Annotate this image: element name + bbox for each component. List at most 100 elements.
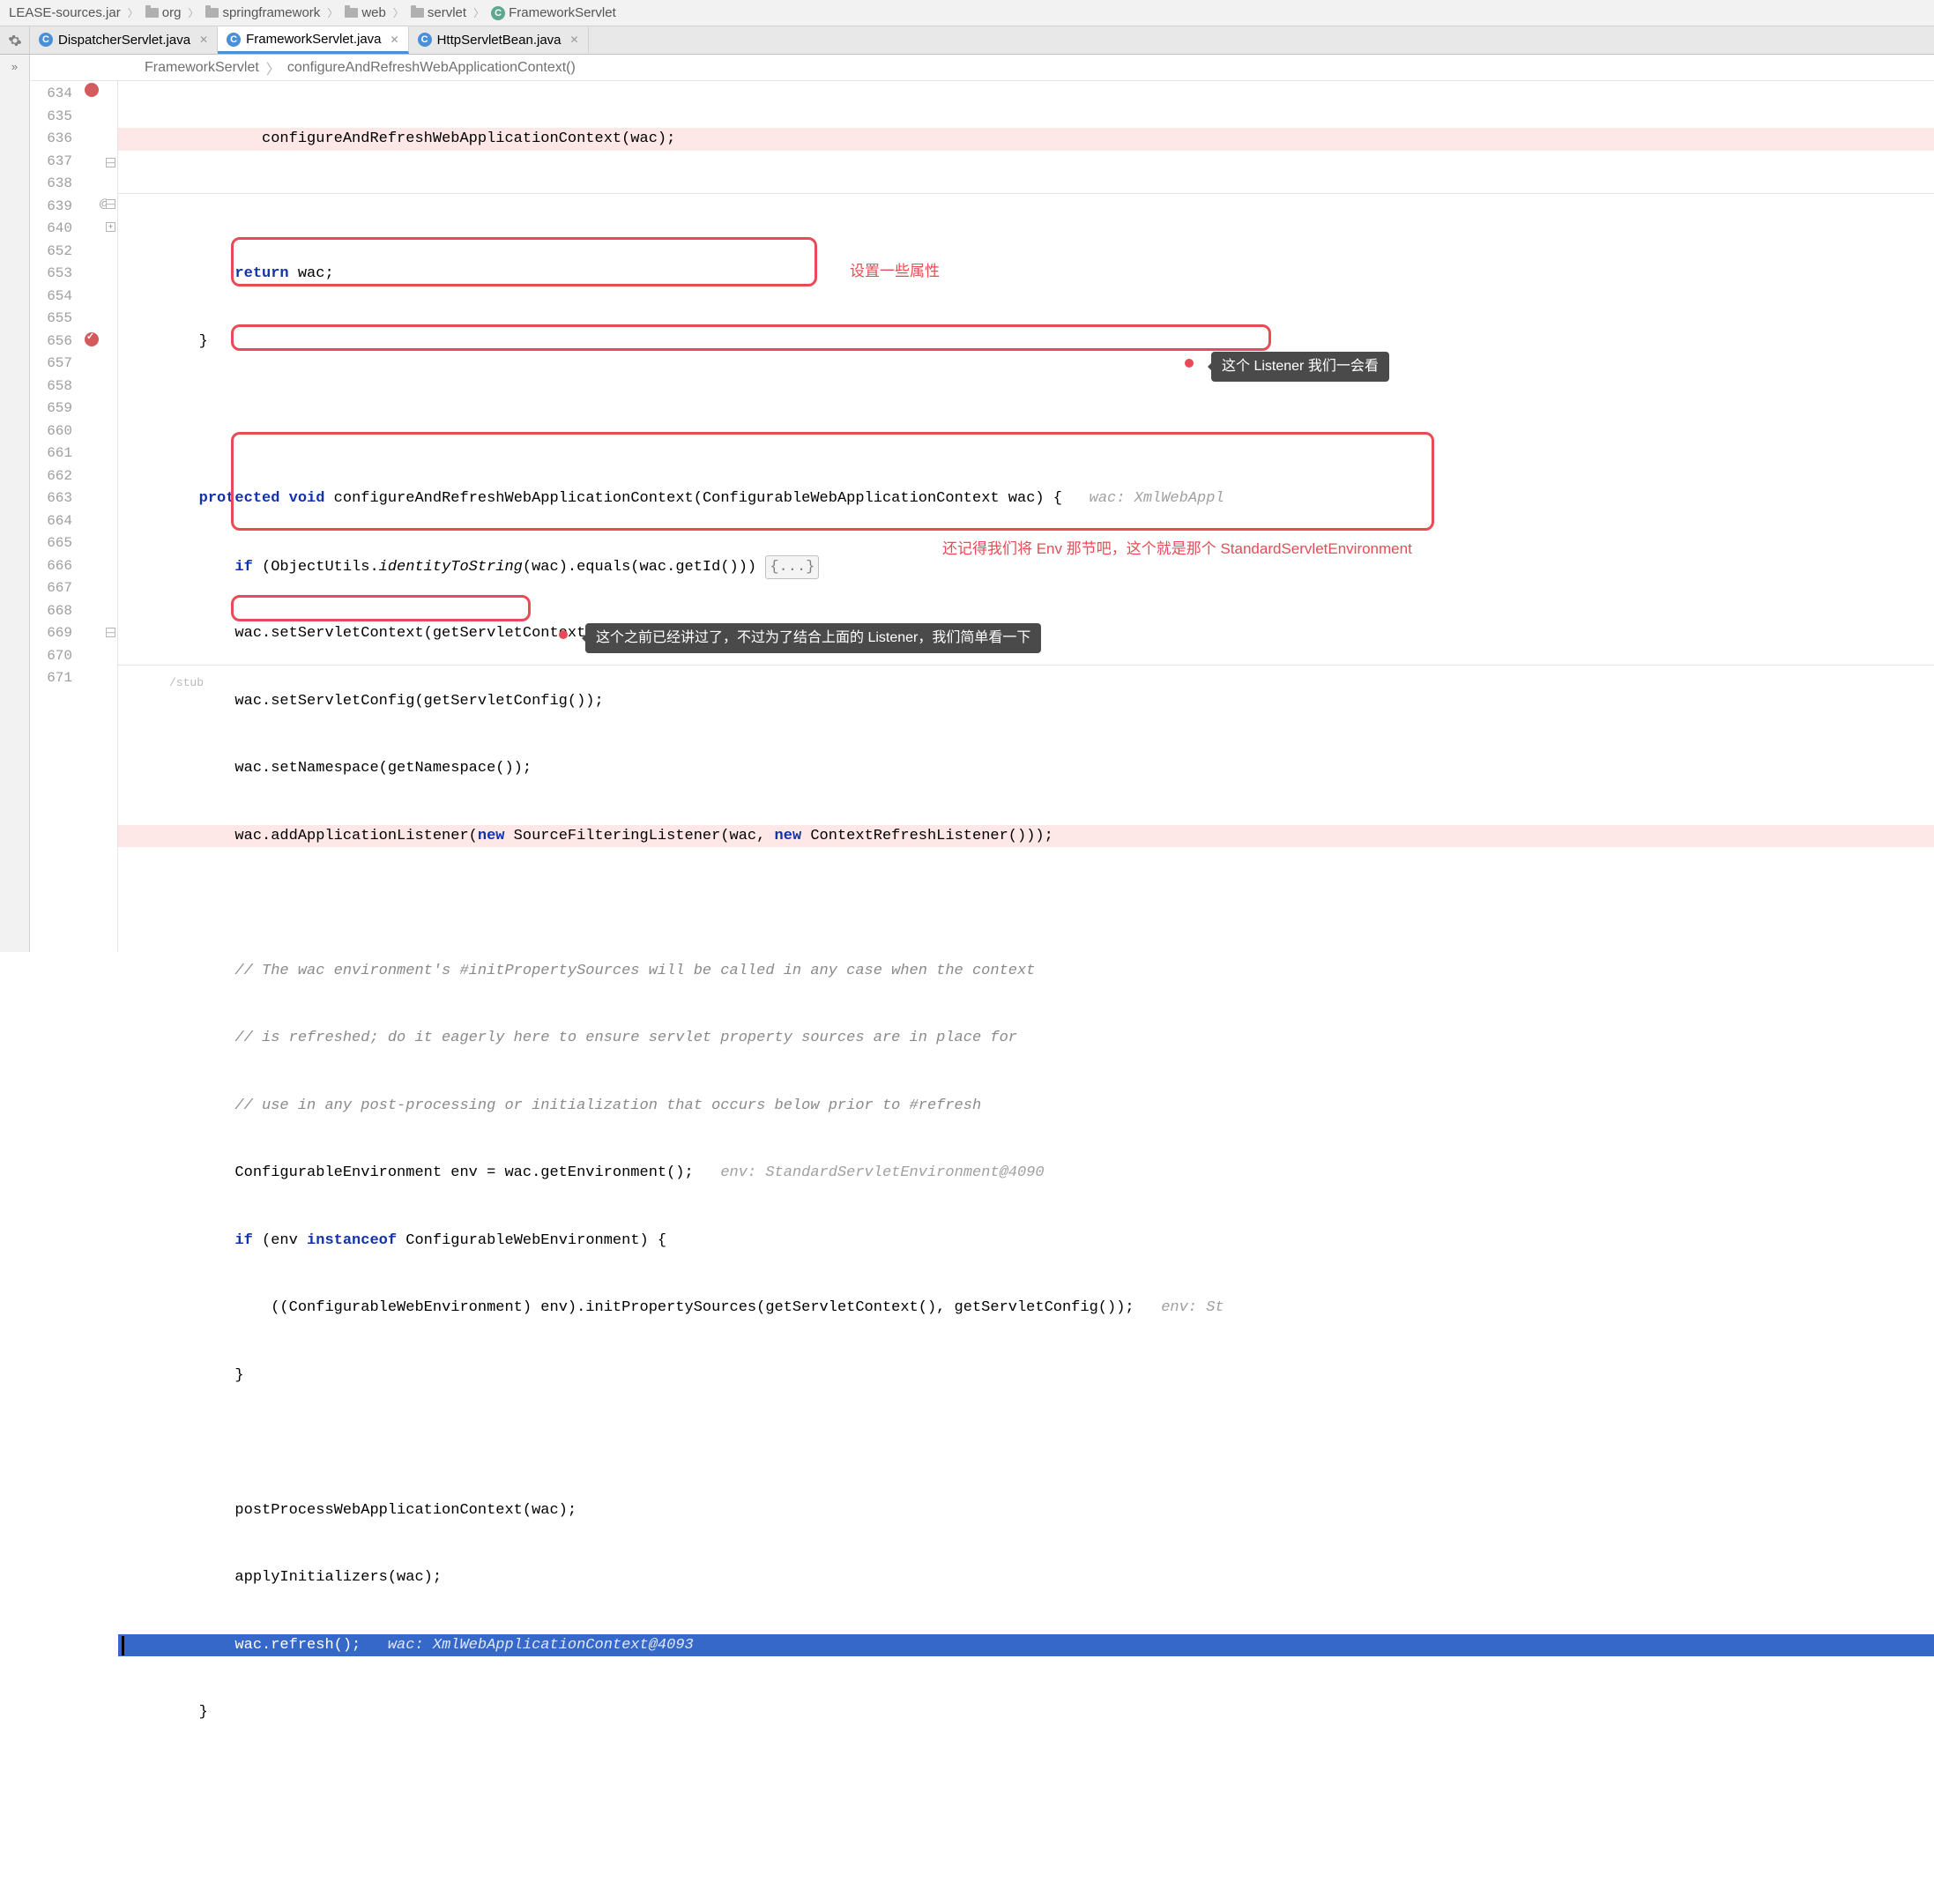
- line-number: 669: [30, 622, 72, 645]
- breakpoint-icon[interactable]: [85, 83, 100, 99]
- line-number: 656: [30, 331, 72, 353]
- chevron-right-icon: 〉: [266, 57, 280, 78]
- breadcrumb-class[interactable]: CFrameworkServlet: [487, 5, 620, 20]
- line-number: 637: [30, 151, 72, 174]
- annotation-box: [231, 432, 1434, 531]
- marker-gutter: — @ — + —: [79, 81, 118, 952]
- line-number: 638: [30, 173, 72, 196]
- tab-bar: C DispatcherServlet.java ✕ C FrameworkSe…: [0, 26, 1934, 55]
- keyword: if: [234, 1232, 252, 1249]
- code-text: ConfigurableEnvironment env = wac.getEnv…: [234, 1164, 693, 1181]
- tab-label: FrameworkServlet.java: [246, 32, 381, 47]
- stub-label: /stub: [169, 672, 204, 695]
- method-separator: [118, 193, 1934, 194]
- breakpoint-verified-icon[interactable]: [85, 332, 100, 348]
- code-text: SourceFilteringListener(wac,: [504, 828, 774, 844]
- keyword: instanceof: [307, 1232, 397, 1249]
- tab-framework[interactable]: C FrameworkServlet.java ✕: [218, 26, 408, 54]
- code-text: (ObjectUtils.: [253, 559, 379, 576]
- code-text: wac.addApplicationListener(: [234, 828, 477, 844]
- code-text: (env: [253, 1232, 307, 1249]
- line-number: 655: [30, 308, 72, 331]
- keyword: void: [289, 490, 325, 507]
- keyword: return: [234, 265, 288, 282]
- line-number: 659: [30, 398, 72, 420]
- line-number: 664: [30, 510, 72, 533]
- code-text: wac;: [289, 265, 334, 282]
- inline-hint: env: StandardServletEnvironment@4090: [694, 1164, 1045, 1181]
- line-number: 667: [30, 577, 72, 600]
- line-number: 636: [30, 128, 72, 151]
- line-number: 639: [30, 196, 72, 219]
- line-number: 657: [30, 353, 72, 376]
- inline-hint: wac: XmlWebApplicationContext@4093: [388, 1637, 694, 1654]
- tab-label: HttpServletBean.java: [437, 33, 562, 48]
- line-number: 671: [30, 667, 72, 690]
- crumb-class[interactable]: FrameworkServlet: [145, 60, 259, 76]
- code-text: }: [199, 1704, 208, 1721]
- keyword: new: [478, 828, 505, 844]
- breadcrumb-springframework[interactable]: springframework: [202, 5, 324, 20]
- annotation-box: [231, 595, 531, 621]
- comment: // The wac environment's #initPropertySo…: [234, 963, 1035, 979]
- settings-button[interactable]: [0, 26, 30, 54]
- line-number: 668: [30, 600, 72, 623]
- class-icon: C: [418, 33, 432, 47]
- annotation-dot-icon: [559, 630, 568, 639]
- line-number: 670: [30, 645, 72, 668]
- folder-icon: [205, 8, 219, 18]
- close-icon[interactable]: ✕: [570, 33, 579, 46]
- annotation-dot-icon: [1185, 359, 1194, 368]
- folder-icon: [145, 8, 159, 18]
- code-text: wac.refresh();: [234, 1637, 361, 1654]
- code-area[interactable]: configureAndRefreshWebApplicationContext…: [118, 81, 1934, 952]
- line-number: 634: [30, 83, 72, 106]
- code-text: ((ConfigurableWebEnvironment) env).initP…: [271, 1299, 1134, 1316]
- tool-window-strip[interactable]: »: [0, 55, 30, 952]
- keyword: protected: [199, 490, 280, 507]
- code-text: postProcessWebApplicationContext(wac);: [234, 1502, 576, 1519]
- keyword: if: [234, 559, 252, 576]
- caret: [122, 1636, 124, 1655]
- comment: // is refreshed; do it eagerly here to e…: [234, 1030, 1017, 1046]
- code-fold[interactable]: {...}: [765, 555, 819, 580]
- breadcrumb-servlet[interactable]: servlet: [407, 5, 470, 20]
- folder-icon: [345, 8, 358, 18]
- line-number: 635: [30, 106, 72, 129]
- line-number: 652: [30, 241, 72, 264]
- code-editor[interactable]: 634635636637638639640652653654655656657 6…: [30, 81, 1934, 952]
- line-number: 663: [30, 487, 72, 510]
- line-number: 665: [30, 532, 72, 555]
- code-text: (wac).equals(wac.getId())): [523, 559, 765, 576]
- fold-handle-icon[interactable]: +: [106, 222, 115, 232]
- code-breadcrumb: FrameworkServlet 〉 configureAndRefreshWe…: [30, 55, 1934, 81]
- line-number: 654: [30, 286, 72, 309]
- fold-handle-icon[interactable]: —: [106, 628, 115, 637]
- chevron-right-icon: 〉: [327, 5, 338, 20]
- gear-icon: [8, 33, 22, 48]
- close-icon[interactable]: ✕: [391, 33, 399, 46]
- tab-dispatcher[interactable]: C DispatcherServlet.java ✕: [30, 26, 218, 54]
- code-text: applyInitializers(wac);: [234, 1569, 442, 1586]
- class-icon: C: [39, 33, 53, 47]
- fold-handle-icon[interactable]: —: [106, 158, 115, 167]
- comment: // use in any post-processing or initial…: [234, 1097, 981, 1114]
- annotation-tooltip: 这个 Listener 我们一会看: [1211, 352, 1389, 382]
- breadcrumb-web[interactable]: web: [341, 5, 390, 20]
- annotation-tooltip: 这个之前已经讲过了，不过为了结合上面的 Listener，我们简单看一下: [585, 623, 1041, 653]
- chevron-right-icon: 〉: [473, 5, 484, 20]
- close-icon[interactable]: ✕: [199, 33, 208, 46]
- breadcrumb: LEASE-sources.jar 〉 org 〉 springframewor…: [0, 0, 1934, 26]
- inline-hint: wac: XmlWebAppl: [1062, 490, 1224, 507]
- folder-icon: [411, 8, 424, 18]
- keyword: new: [775, 828, 802, 844]
- tab-httpservlet[interactable]: C HttpServletBean.java ✕: [409, 26, 589, 54]
- expand-icon[interactable]: »: [11, 60, 18, 952]
- line-number: 653: [30, 263, 72, 286]
- breadcrumb-jar[interactable]: LEASE-sources.jar: [5, 5, 124, 20]
- code-text: }: [199, 333, 208, 350]
- crumb-method[interactable]: configureAndRefreshWebApplicationContext…: [287, 60, 576, 76]
- fold-handle-icon[interactable]: —: [106, 199, 115, 209]
- breadcrumb-org[interactable]: org: [142, 5, 185, 20]
- line-number: 640: [30, 218, 72, 241]
